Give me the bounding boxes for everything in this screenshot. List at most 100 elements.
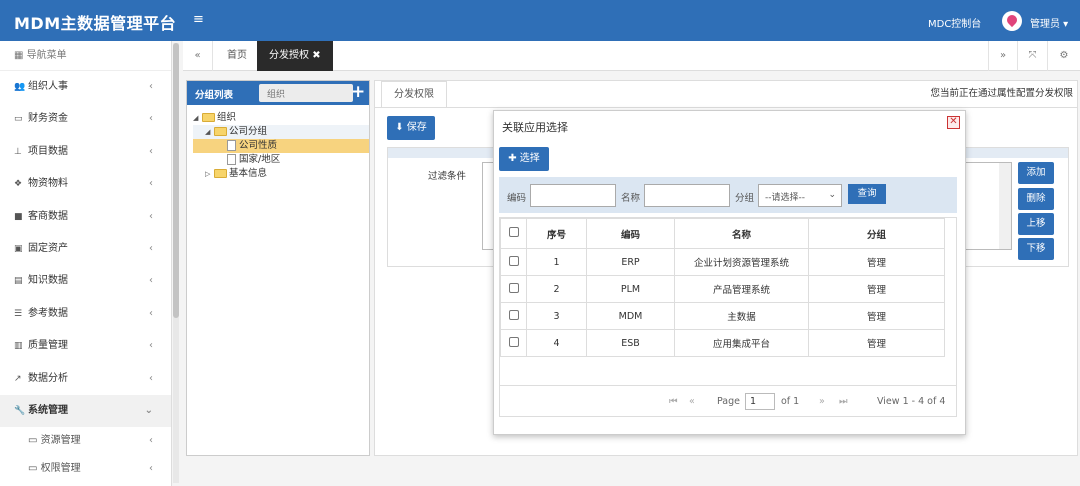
scroll-left-icon[interactable]: «	[183, 41, 213, 71]
sidebar-item-assets[interactable]: ▣ 固定资产 ‹	[0, 233, 171, 265]
add-button[interactable]: 添加	[1018, 162, 1054, 184]
gear-icon[interactable]: ⚙	[1049, 41, 1079, 71]
page-input[interactable]: 1	[745, 393, 775, 410]
expand-icon[interactable]: ◢	[193, 111, 202, 125]
row-checkbox[interactable]	[508, 282, 519, 293]
tree-node-nature[interactable]: 公司性质	[193, 139, 369, 153]
folder-icon	[202, 113, 215, 122]
sidebar-item-quality[interactable]: ▥ 质量管理 ‹	[0, 330, 171, 362]
table-row[interactable]: 1 ERP 企业计划资源管理系统 管理	[500, 248, 945, 276]
cell-name: 应用集成平台	[674, 329, 809, 357]
row-checkbox[interactable]	[508, 336, 519, 347]
last-page-icon[interactable]: ⏭	[839, 396, 848, 407]
wrench-icon: 🔧	[14, 405, 26, 416]
tree-label: 国家/地区	[239, 154, 281, 165]
cell-no: 4	[526, 329, 587, 357]
save-button[interactable]: ⬇ 保存	[387, 116, 435, 140]
chevron-left-icon: ‹	[149, 178, 153, 190]
tree-label: 组织	[217, 112, 237, 123]
download-icon: ⬇	[395, 122, 407, 133]
sidebar-item-analysis[interactable]: ↗ 数据分析 ‹	[0, 363, 171, 395]
expand-icon[interactable]: ◢	[205, 125, 214, 139]
sidebar-title: 导航菜单	[26, 50, 67, 61]
query-button[interactable]: 查询	[848, 184, 886, 204]
page-total: of 1	[781, 396, 800, 407]
cubes-icon: ❖	[14, 179, 23, 190]
move-down-button[interactable]: 下移	[1018, 238, 1054, 260]
group-select[interactable]: --请选择-- ⌄	[758, 184, 842, 207]
sidebar-item-system[interactable]: 🔧 系统管理 ⌄	[0, 394, 171, 428]
sidebar-item-label: 项目数据	[28, 145, 68, 157]
row-select-cell	[500, 329, 527, 357]
page-label: Page	[717, 396, 740, 407]
first-page-icon[interactable]: ⏮	[669, 396, 678, 407]
mdc-console-link[interactable]: MDC控制台	[928, 15, 981, 30]
tree-node-region[interactable]: 国家/地区	[193, 153, 369, 167]
tab-label: 分发授权	[269, 50, 309, 61]
folder-icon: ▭	[28, 463, 41, 475]
chevron-left-icon: ‹	[149, 307, 153, 319]
tree-node-root[interactable]: ◢ 组织	[193, 111, 369, 125]
server-icon: ▥	[14, 341, 23, 352]
chevron-left-icon: ‹	[149, 435, 153, 447]
select-all-cell	[500, 218, 527, 249]
user-avatar-icon[interactable]	[1002, 11, 1022, 31]
cell-no: 3	[526, 302, 587, 330]
sidebar-subitem-permission[interactable]: ▭ 权限管理 ‹	[0, 455, 171, 483]
row-select-cell	[500, 302, 527, 330]
sidebar-item-reference[interactable]: ☰ 参考数据 ‹	[0, 298, 171, 330]
name-input[interactable]	[644, 184, 730, 207]
cell-name: 产品管理系统	[674, 275, 809, 303]
group-search-input[interactable]: 组织	[259, 84, 353, 102]
tree-label: 公司分组	[229, 126, 268, 137]
sidebar-item-knowledge[interactable]: ▤ 知识数据 ‹	[0, 265, 171, 297]
prev-page-icon[interactable]: «	[689, 396, 695, 407]
sidebar-subitem-resource[interactable]: ▭ 资源管理 ‹	[0, 427, 171, 455]
sidebar-item-org[interactable]: 👥 组织人事 ‹	[0, 71, 171, 103]
close-icon[interactable]: ✖	[312, 50, 320, 61]
top-bar: MDM主数据管理平台 ≡ MDC控制台 管理员 ▾	[0, 0, 1080, 41]
user-menu[interactable]: 管理员 ▾	[1030, 15, 1068, 30]
select-all-checkbox[interactable]	[508, 227, 519, 237]
menu-toggle-icon[interactable]: ≡	[193, 12, 204, 27]
cell-name: 企业计划资源管理系统	[674, 248, 809, 276]
row-checkbox[interactable]	[508, 309, 519, 320]
tree-node-basic[interactable]: ▷ 基本信息	[193, 167, 369, 181]
sidebar-item-label: 组织人事	[28, 81, 68, 92]
expand-icon[interactable]: ▷	[205, 167, 214, 181]
row-checkbox[interactable]	[508, 255, 519, 266]
sidebar-scrollbar[interactable]	[173, 43, 179, 483]
sidebar-item-finance[interactable]: ▭ 财务资金 ‹	[0, 103, 171, 135]
sidebar-subitem-label: 资源管理	[40, 435, 81, 447]
close-icon[interactable]: ✕	[947, 116, 960, 129]
sidebar-item-merchant[interactable]: ■ 客商数据 ‹	[0, 201, 171, 233]
tree-label: 公司性质	[239, 140, 278, 151]
file-icon	[227, 140, 236, 151]
tab-distribution[interactable]: 分发授权 ✖	[257, 41, 333, 71]
select-button[interactable]: ✚ 选择	[499, 147, 549, 171]
textarea-scrollbar[interactable]	[999, 163, 1011, 249]
table-row[interactable]: 2 PLM 产品管理系统 管理	[500, 275, 945, 303]
sidebar-subitem-label: 权限管理	[40, 463, 81, 475]
chevron-left-icon: ‹	[149, 113, 153, 125]
sidebar-item-label: 系统管理	[28, 404, 68, 416]
scroll-right-icon[interactable]: »	[988, 41, 1018, 71]
filter-label: 过滤条件	[428, 171, 467, 182]
group-label: 分组	[735, 193, 755, 204]
tab-home[interactable]: 首页	[215, 41, 259, 71]
table-row[interactable]: 4 ESB 应用集成平台 管理	[500, 329, 945, 357]
code-input[interactable]	[530, 184, 616, 207]
fullscreen-icon[interactable]: ⤧	[1018, 41, 1048, 71]
tree-node-company[interactable]: ◢ 公司分组	[193, 125, 369, 139]
table-row[interactable]: 3 MDM 主数据 管理	[500, 302, 945, 330]
add-group-icon[interactable]: +	[351, 82, 365, 102]
sidebar-item-material[interactable]: ❖ 物资物料 ‹	[0, 168, 171, 200]
sidebar-item-project[interactable]: ⊥ 项目数据 ‹	[0, 136, 171, 168]
next-page-icon[interactable]: »	[819, 396, 825, 407]
list-icon: ☰	[14, 308, 23, 319]
delete-button[interactable]: 删除	[1018, 188, 1054, 210]
move-up-button[interactable]: 上移	[1018, 213, 1054, 235]
chevron-down-icon: ⌄	[828, 190, 836, 200]
code-label: 编码	[507, 193, 527, 204]
tab-distribution-permission[interactable]: 分发权限	[381, 81, 447, 108]
